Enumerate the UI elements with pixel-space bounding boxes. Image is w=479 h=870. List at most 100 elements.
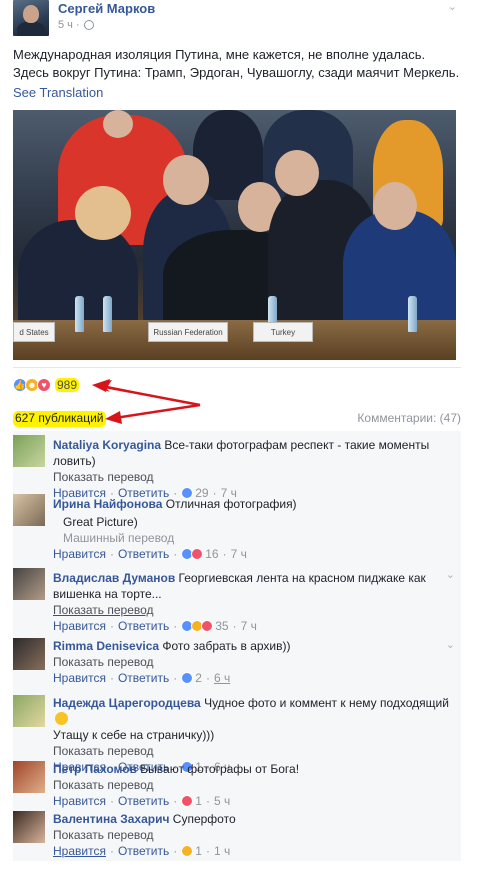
- comment-reaction-count[interactable]: 35: [215, 618, 228, 634]
- comment-time[interactable]: 7 ч: [231, 546, 247, 562]
- haha-reaction-icon: [181, 845, 194, 857]
- commenter-name[interactable]: Rimma Denisevica: [53, 639, 159, 653]
- love-reaction-icon: ♥: [37, 378, 51, 392]
- reply-button[interactable]: Ответить: [118, 618, 169, 634]
- like-button[interactable]: Нравится: [53, 793, 106, 809]
- photo-bottle: [75, 296, 84, 332]
- separator: ·: [109, 547, 114, 561]
- author-avatar[interactable]: [13, 0, 49, 36]
- comment-actions: Нравится · Ответить · 16 · 7 ч: [53, 546, 453, 562]
- reaction-count[interactable]: 989: [55, 378, 80, 392]
- commenter-avatar[interactable]: [13, 695, 45, 727]
- show-translation-link[interactable]: Показать перевод: [53, 827, 453, 843]
- chevron-down-icon[interactable]: ⌄: [446, 638, 455, 651]
- chevron-down-icon[interactable]: ⌄: [448, 0, 457, 13]
- comment-reaction-count[interactable]: 2: [195, 670, 202, 686]
- post-header: Сергей Марков 5 ч · ⌄: [13, 0, 463, 36]
- like-button[interactable]: Нравится: [53, 843, 106, 859]
- reply-button[interactable]: Ответить: [118, 793, 169, 809]
- comment-text: Фото забрать в архив)): [159, 639, 291, 653]
- author-name[interactable]: Сергей Марков: [58, 1, 155, 16]
- comment-reactions[interactable]: [181, 795, 194, 807]
- commenter-avatar[interactable]: [13, 568, 45, 600]
- chevron-down-icon[interactable]: ⌄: [446, 568, 455, 581]
- divider: [13, 367, 461, 368]
- comment-body: Петр Пахомов Бывают фотографы от Бога! П…: [53, 761, 453, 809]
- commenter-avatar[interactable]: [13, 494, 45, 526]
- commenter-name[interactable]: Владислав Думанов: [53, 571, 175, 585]
- separator: ·: [109, 794, 114, 808]
- show-translation-link[interactable]: Показать перевод: [53, 777, 453, 793]
- photo-head: [103, 110, 133, 138]
- separator: ·: [173, 844, 178, 858]
- post-time[interactable]: 5 ч ·: [58, 19, 80, 31]
- separator: ·: [205, 844, 210, 858]
- comment-time[interactable]: 7 ч: [241, 618, 257, 634]
- comment-body: Ирина Найфонова Отличная фотография) Gre…: [53, 496, 453, 562]
- comment-reaction-count[interactable]: 1: [195, 793, 202, 809]
- comments-count[interactable]: Комментарии: (47): [357, 411, 461, 427]
- comment-body: Rimma Denisevica Фото забрать в архив)) …: [53, 638, 453, 686]
- reply-button[interactable]: Ответить: [118, 546, 169, 562]
- comment-text: Суперфото: [169, 812, 236, 826]
- separator: ·: [173, 547, 178, 561]
- shares-count[interactable]: 627 публикаций: [13, 411, 106, 427]
- comment-actions: Нравится · Ответить · 35 · 7 ч: [53, 618, 453, 634]
- comments-section: Nataliya Koryagina Все-таки фотографам р…: [13, 431, 461, 861]
- commenter-name[interactable]: Ирина Найфонова: [53, 497, 162, 511]
- photo-head: [275, 150, 319, 196]
- photo-head: [373, 182, 417, 230]
- globe-icon: [83, 20, 94, 30]
- like-button[interactable]: Нравится: [53, 618, 106, 634]
- comment-text: Отличная фотография): [162, 497, 297, 511]
- comment-time[interactable]: 6 ч: [214, 670, 230, 686]
- commenter-avatar[interactable]: [13, 811, 45, 843]
- comment-reactions[interactable]: [181, 548, 204, 560]
- reply-button[interactable]: Ответить: [118, 843, 169, 859]
- comment-reactions[interactable]: [181, 672, 194, 684]
- comment-actions: Нравится · Ответить · 1 · 1 ч: [53, 843, 453, 859]
- comment-body: Валентина Захарич Суперфото Показать пер…: [53, 811, 453, 859]
- translated-text: Great Picture): [63, 515, 138, 529]
- comment-time[interactable]: 5 ч: [214, 793, 230, 809]
- commenter-name[interactable]: Nataliya Koryagina: [53, 438, 161, 452]
- see-translation-link[interactable]: See Translation: [13, 85, 103, 100]
- photo-bottle: [103, 296, 112, 332]
- shares-row: 627 публикаций Комментарии: (47): [13, 411, 461, 427]
- like-button[interactable]: Нравится: [53, 546, 106, 562]
- commenter-avatar[interactable]: [13, 435, 45, 467]
- like-reaction-icon: [181, 672, 194, 684]
- separator: ·: [173, 619, 178, 633]
- comment-text: Бывают фотографы от Бога!: [136, 762, 300, 776]
- post-text: Международная изоляция Путина, мне кажет…: [13, 46, 465, 82]
- comment-time[interactable]: 1 ч: [214, 843, 230, 859]
- comment-actions: Нравится · Ответить · 1 · 5 ч: [53, 793, 453, 809]
- commenter-name[interactable]: Петр Пахомов: [53, 762, 137, 776]
- reactions-bar[interactable]: 👍 ☻ ♥ 989: [13, 370, 461, 400]
- reply-button[interactable]: Ответить: [118, 670, 169, 686]
- name-plate: Russian Federation: [148, 322, 228, 342]
- like-button[interactable]: Нравится: [53, 670, 106, 686]
- love-reaction-icon: [201, 620, 214, 632]
- show-translation-link[interactable]: Показать перевод: [53, 654, 453, 670]
- comment-body: Владислав Думанов Георгиевская лента на …: [53, 570, 453, 634]
- show-translation-link[interactable]: Показать перевод: [53, 743, 453, 759]
- photo-head: [163, 155, 209, 205]
- comment-text: Чудное фото и коммент к нему подходящий: [200, 696, 449, 710]
- separator: ·: [222, 547, 227, 561]
- post-photo[interactable]: d States Russian Federation Turkey: [13, 110, 456, 360]
- photo-bottle: [408, 296, 417, 332]
- comment-reaction-count[interactable]: 1: [195, 843, 202, 859]
- photo-head: [75, 186, 131, 240]
- commenter-name[interactable]: Надежда Царегородцева: [53, 696, 201, 710]
- comment-reaction-count[interactable]: 16: [205, 546, 218, 562]
- comment-reactions[interactable]: [181, 845, 194, 857]
- separator: ·: [173, 794, 178, 808]
- commenter-avatar[interactable]: [13, 638, 45, 670]
- comment-reactions[interactable]: [181, 620, 214, 632]
- commenter-avatar[interactable]: [13, 761, 45, 793]
- show-translation-link[interactable]: Показать перевод: [53, 469, 453, 485]
- commenter-name[interactable]: Валентина Захарич: [53, 812, 169, 826]
- show-translation-link[interactable]: Показать перевод: [53, 602, 453, 618]
- comment-actions: Нравится · Ответить · 2 · 6 ч: [53, 670, 453, 686]
